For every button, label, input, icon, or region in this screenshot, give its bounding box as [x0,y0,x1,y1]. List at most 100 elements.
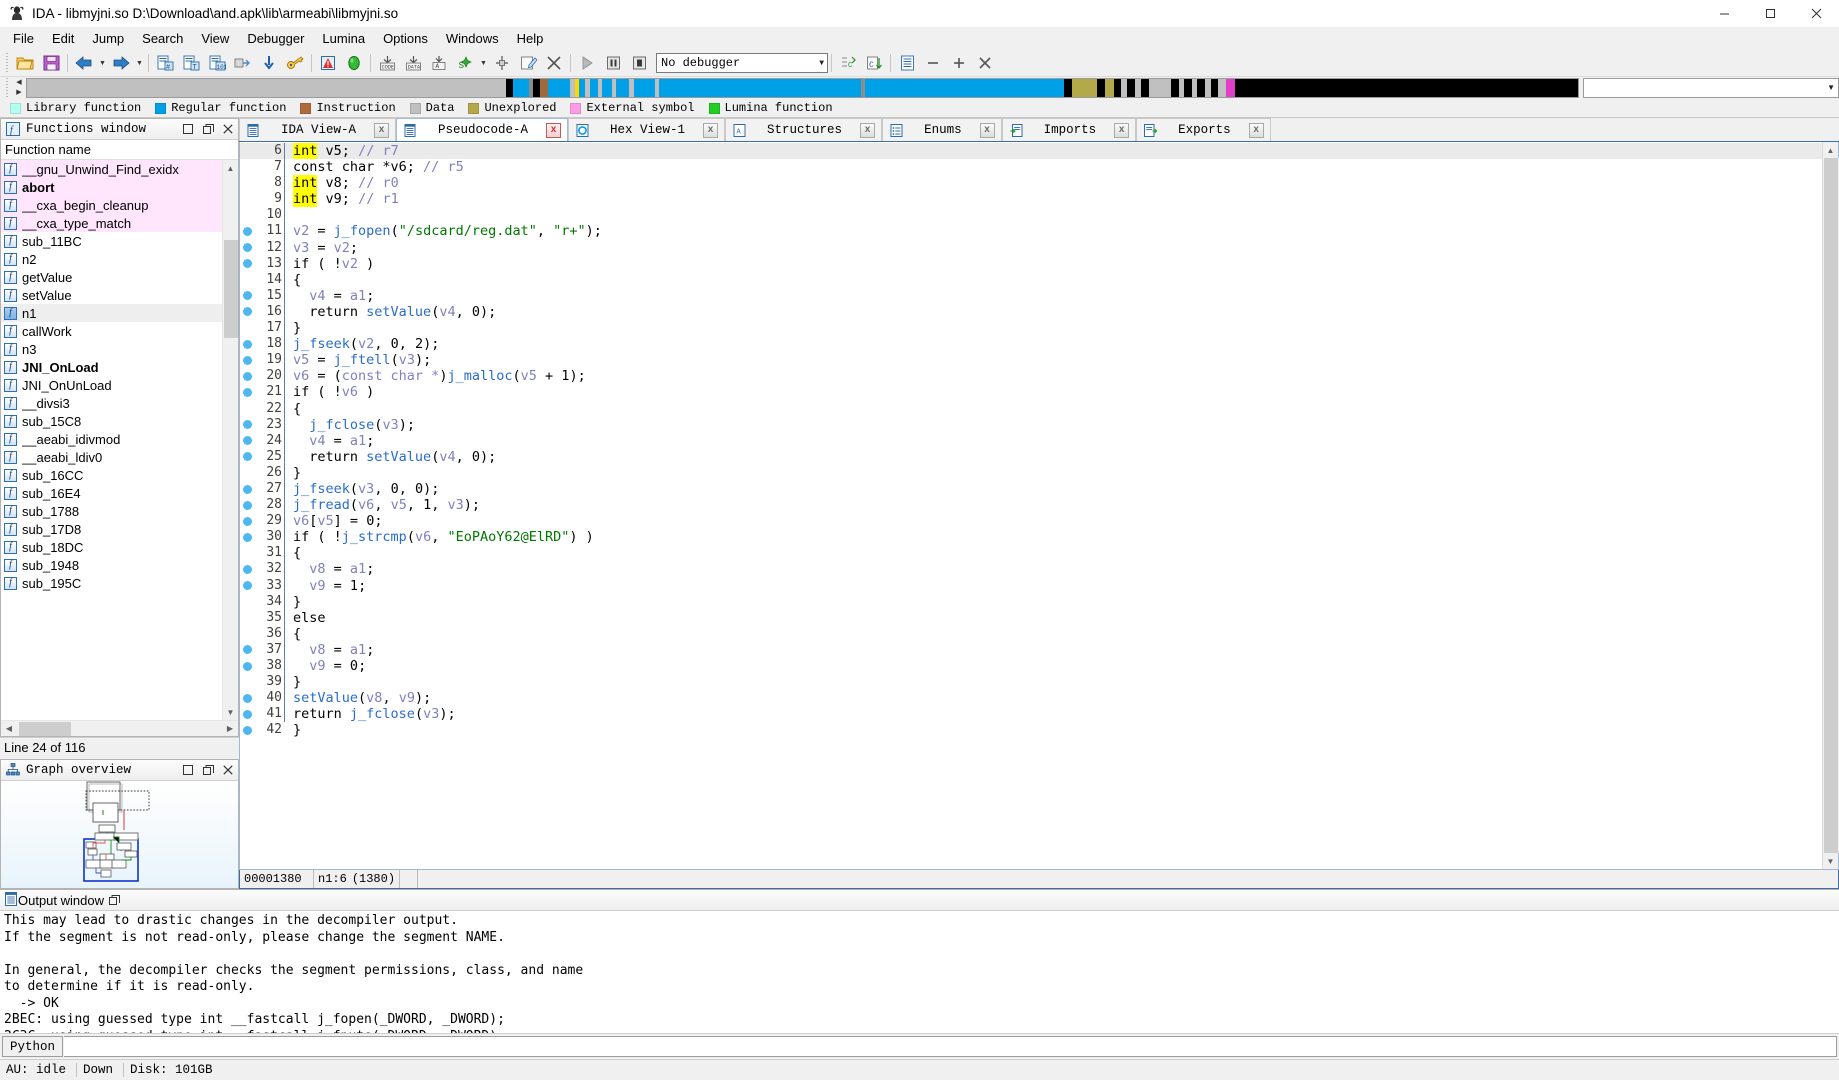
forward-dropdown-icon[interactable]: ▼ [134,52,145,74]
tab-pseudocode-a[interactable]: Pseudocode-A x [396,118,569,141]
navband-segment[interactable] [513,79,529,97]
tab-hex-view-1[interactable]: Hex View-1 x [568,118,726,141]
chevron-down-icon[interactable]: ▼ [1827,83,1835,92]
open-file-icon[interactable] [13,52,37,74]
functions-scroll-track[interactable] [222,176,238,704]
functions-scroll-thumb[interactable] [223,240,238,338]
code-line[interactable]: 20 v6 = (const char *)j_malloc(v5 + 1); [240,368,1822,385]
function-list-item[interactable]: f __cxa_begin_cleanup [1,196,222,214]
breakpoint-dot-icon[interactable] [240,339,254,349]
navband-segment[interactable] [865,79,1065,97]
scroll-right-icon[interactable]: ▶ [222,721,238,737]
code-line[interactable]: 7 const char *v6; // r5 [240,159,1822,176]
graph-close-button[interactable] [218,761,238,780]
breakpoint-dot-icon[interactable] [240,661,254,671]
code-line[interactable]: 11 v2 = j_fopen("/sdcard/reg.dat", "r+"); [240,223,1822,240]
make-code-icon[interactable]: CODE [375,52,399,74]
function-list-item[interactable]: f sub_15C8 [1,412,222,430]
code-line[interactable]: 19 v5 = j_ftell(v3); [240,352,1822,369]
tab-structures[interactable]: A Structures x [725,118,883,141]
navband-segment[interactable] [659,79,862,97]
lumina-icon[interactable] [342,52,366,74]
code-line[interactable]: 42} [240,722,1822,738]
navband-segment[interactable] [1184,79,1192,97]
output-float-button[interactable] [104,891,124,910]
back-arrow-icon[interactable] [72,52,96,74]
make-string-icon[interactable]: s [453,52,477,74]
tab-close-icon[interactable]: x [374,122,390,138]
breakpoint-dot-icon[interactable] [240,484,254,494]
code-line[interactable]: 9 int v9; // r1 [240,191,1822,208]
code-line[interactable]: 32 v8 = a1; [240,561,1822,578]
code-line[interactable]: 40 setValue(v8, v9); [240,690,1822,707]
code-line[interactable]: 13 if ( !v2 ) [240,255,1822,272]
code-line[interactable]: 12 v3 = v2; [240,239,1822,256]
plus-icon[interactable] [947,52,971,74]
functions-close-button[interactable] [218,120,238,139]
navband-segment[interactable] [1210,79,1219,97]
breakpoint-dot-icon[interactable] [240,452,254,462]
code-line[interactable]: 27 j_fseek(v3, 0, 0); [240,480,1822,498]
navband-segment[interactable] [616,79,629,97]
scroll-down-icon[interactable]: ▼ [223,704,239,720]
function-list-item[interactable]: f n2 [1,250,222,268]
function-list-item[interactable]: f sub_16E4 [1,484,222,502]
make-function-icon[interactable] [490,52,514,74]
code-line[interactable]: 36 { [240,625,1822,642]
function-list-item[interactable]: f sub_17D8 [1,520,222,538]
search-bytes-icon[interactable]: 101 [205,52,229,74]
editor-scroll-thumb[interactable] [1823,158,1838,853]
menu-file[interactable]: File [4,28,43,49]
navband-jump-box[interactable]: ▼ [1583,78,1839,98]
close-button[interactable] [1793,0,1839,27]
navband-segment[interactable] [1235,79,1578,97]
pseudocode-editor[interactable]: 6 int v5; // r7 7 const char *v6; // r5 8 int… [240,142,1822,869]
function-list-item[interactable]: f __aeabi_ldiv0 [1,448,222,466]
breakpoint-dot-icon[interactable] [240,645,254,655]
scroll-down-icon[interactable]: ▼ [1823,853,1839,869]
breakpoint-dot-icon[interactable] [240,355,254,365]
step-over-icon[interactable]: C [862,52,886,74]
back-dropdown-icon[interactable]: ▼ [97,52,108,74]
navband-segment[interactable] [1226,79,1236,97]
tab-close-icon[interactable]: x [546,122,562,138]
menu-lumina[interactable]: Lumina [313,28,374,49]
code-line[interactable]: 18 j_fseek(v2, 0, 2); [240,336,1822,353]
minus-icon[interactable] [921,52,945,74]
code-line[interactable]: 25 return setValue(v4, 0); [240,448,1822,465]
search-text-icon[interactable]: T [179,52,203,74]
breakpoint-dot-icon[interactable] [240,420,254,430]
functions-hscroll-track[interactable] [17,721,222,737]
jump-down-icon[interactable] [257,52,281,74]
toolbar-grip[interactable] [4,53,10,73]
menu-options[interactable]: Options [374,28,437,49]
breakpoint-dot-icon[interactable] [240,693,254,703]
breakpoint-dot-icon[interactable] [240,581,254,591]
navband-segment[interactable] [602,79,612,97]
menu-jump[interactable]: Jump [83,28,133,49]
navband-segment[interactable] [1097,79,1105,97]
code-line[interactable]: 37 v8 = a1; [240,641,1822,658]
navband-segment[interactable] [1197,79,1206,97]
navband-arrows[interactable]: ◀ ▶ [12,78,26,98]
navband-segment[interactable] [1218,79,1227,97]
navband-segment[interactable] [634,79,655,97]
forward-arrow-icon[interactable] [109,52,133,74]
navband-grip[interactable] [4,78,10,98]
tab-close-icon[interactable]: x [860,122,876,138]
scroll-left-icon[interactable]: ◀ [1,721,17,737]
navband-right-arrow[interactable]: ▶ [16,89,21,96]
code-line[interactable]: 30 if ( !j_strcmp(v6, "EoPAoY62@ElRD") ) [240,529,1822,546]
output-log[interactable]: This may lead to drastic changes in the … [0,911,1839,1034]
breakpoint-dot-icon[interactable] [240,387,254,397]
code-line[interactable]: 8 int v8; // r0 [240,175,1822,192]
breakpoint-dot-icon[interactable] [240,227,254,237]
function-list-item[interactable]: f __aeabi_idivmod [1,430,222,448]
tab-close-icon[interactable]: x [1114,122,1130,138]
tab-ida-view-a[interactable]: IDA View-A x [239,118,397,141]
python-command-input[interactable] [64,1036,1837,1057]
breakpoint-dot-icon[interactable] [240,371,254,381]
maximize-button[interactable] [1747,0,1793,27]
function-list-item[interactable]: f sub_11BC [1,232,222,250]
navband-segment[interactable] [548,79,570,97]
